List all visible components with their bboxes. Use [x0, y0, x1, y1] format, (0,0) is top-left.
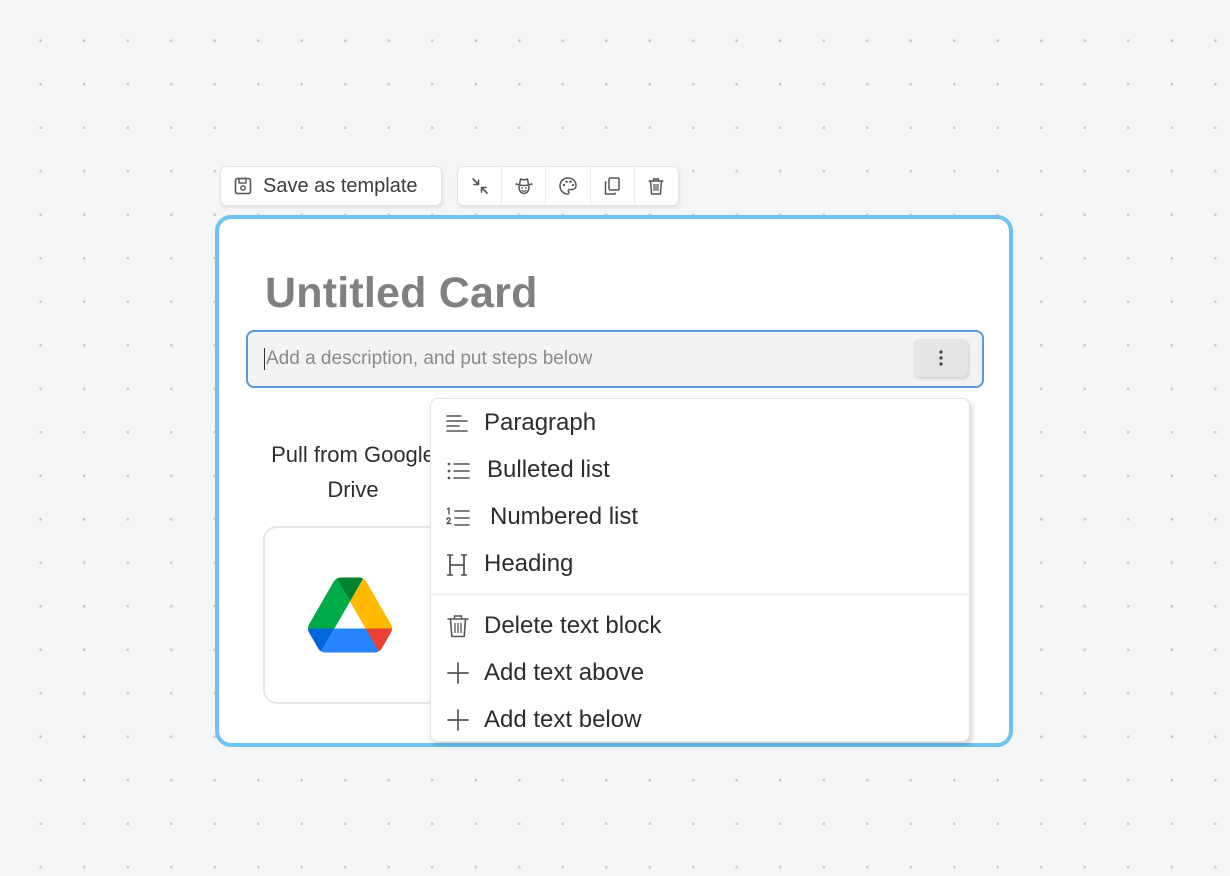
paragraph-icon: [446, 415, 468, 432]
duplicate-icon: [604, 177, 620, 195]
menu-divider: [431, 594, 969, 595]
integration-label: Pull from Google Drive: [253, 437, 453, 507]
block-options-menu: Paragraph Bulleted list Numbered list He…: [430, 398, 970, 742]
collapse-button[interactable]: [458, 167, 503, 205]
menu-item-delete-text-block[interactable]: Delete text block: [431, 604, 969, 648]
heading-icon: [446, 554, 468, 576]
trash-icon: [447, 615, 469, 638]
google-drive-icon: [308, 577, 392, 653]
palette-icon: [559, 177, 577, 195]
save-as-template-label: Save as template: [263, 174, 418, 197]
google-drive-tile[interactable]: [263, 526, 441, 704]
card-title[interactable]: Untitled Card: [265, 269, 538, 318]
menu-item-add-text-below[interactable]: Add text below: [431, 698, 969, 741]
delete-card-button[interactable]: [635, 167, 678, 205]
menu-item-label: Add text below: [484, 706, 642, 733]
trash-icon: [648, 178, 665, 195]
card-toolbar: [457, 166, 679, 206]
save-as-template-button[interactable]: Save as template: [220, 166, 442, 206]
color-button[interactable]: [546, 167, 591, 205]
description-input[interactable]: [266, 342, 886, 376]
plus-icon: [447, 662, 469, 684]
cowboy-icon: [515, 178, 533, 195]
menu-item-add-text-above[interactable]: Add text above: [431, 651, 969, 695]
duplicate-button[interactable]: [591, 167, 635, 205]
bulleted-list-icon: [447, 462, 470, 480]
text-caret: [264, 348, 265, 370]
integration-label-line2: Drive: [327, 477, 379, 502]
integration-label-line1: Pull from Google: [271, 442, 435, 467]
menu-item-label: Bulleted list: [487, 456, 610, 483]
menu-item-bulleted-list[interactable]: Bulleted list: [431, 448, 969, 492]
menu-item-label: Paragraph: [484, 409, 597, 436]
menu-item-label: Numbered list: [490, 503, 639, 530]
plus-icon: [447, 709, 469, 731]
numbered-list-icon: [446, 507, 470, 526]
menu-item-paragraph[interactable]: Paragraph: [431, 401, 969, 445]
menu-item-label: Heading: [484, 550, 574, 577]
collapse-icon: [471, 178, 488, 194]
block-options-button[interactable]: [914, 339, 968, 377]
persona-button[interactable]: [502, 167, 547, 205]
menu-item-label: Add text above: [484, 659, 645, 686]
floppy-disk-icon: [233, 176, 253, 196]
menu-item-heading[interactable]: Heading: [431, 542, 969, 586]
vertical-ellipsis-icon: [939, 350, 943, 366]
menu-item-label: Delete text block: [484, 612, 662, 639]
menu-item-numbered-list[interactable]: Numbered list: [431, 495, 969, 539]
description-field[interactable]: [246, 330, 984, 388]
